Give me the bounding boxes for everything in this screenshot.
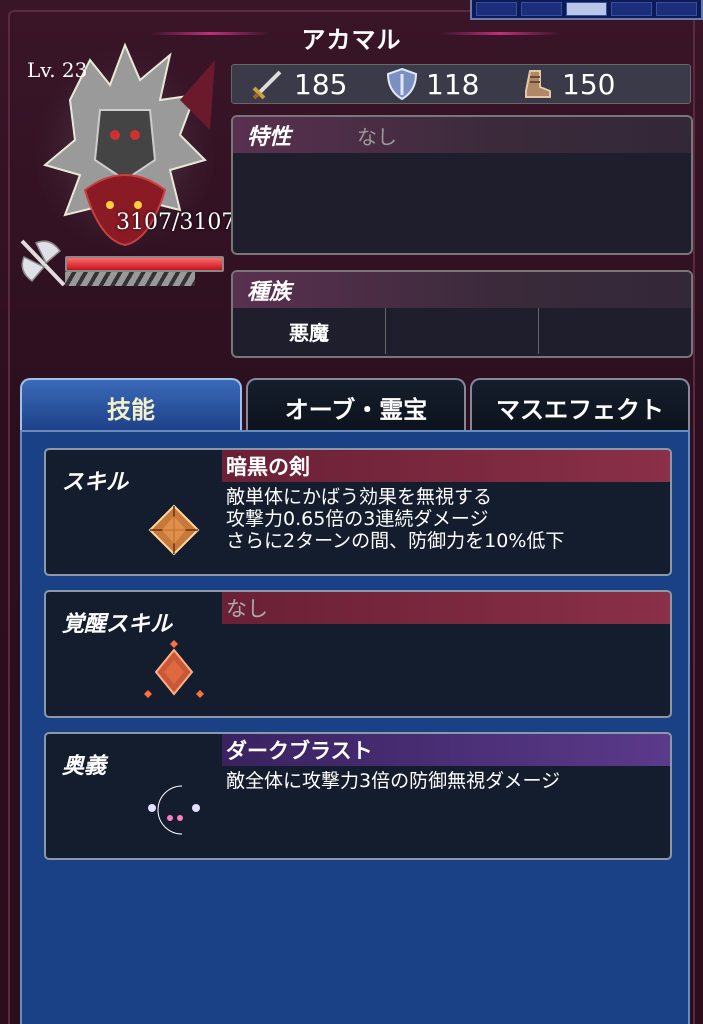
hp-value: 3107/3107	[116, 210, 236, 235]
attack-stat: 185	[250, 66, 386, 102]
rainbow-moon-icon	[148, 785, 200, 835]
ultimate-description: 敵全体に攻撃力3倍の防御無視ダメージ	[226, 770, 560, 792]
boot-icon	[525, 70, 551, 98]
dark-crystal-icon	[148, 504, 200, 556]
top-status-bar	[470, 0, 703, 20]
speed-stat: 150	[520, 67, 615, 101]
trait-header: 特性 なし	[233, 117, 691, 153]
trait-value: なし	[357, 124, 397, 149]
tab-orb-relic[interactable]: オーブ・霊宝	[246, 378, 466, 434]
skill-card[interactable]: スキル 暗黒の剣 敵単体にかばう効果を無視する 攻撃力0.65倍の3連続ダメージ…	[44, 448, 672, 576]
skills-content: スキル 暗黒の剣 敵単体にかばう効果を無視する 攻撃力0.65倍の3連続ダメージ…	[20, 430, 690, 1024]
axe-class-icon	[20, 239, 66, 287]
defense-value: 118	[426, 67, 480, 101]
race-cells: 悪魔	[233, 308, 691, 354]
awakened-skill-name: なし	[222, 592, 670, 624]
awakened-skill-card[interactable]: 覚醒スキル なし	[44, 590, 672, 718]
race-cell	[539, 308, 691, 354]
skill-description-line: 敵単体にかばう効果を無視する	[226, 486, 493, 508]
hp-bar	[65, 256, 224, 272]
defense-stat: 118	[386, 67, 520, 101]
ultimate-card[interactable]: 奥義 ダークブラスト 敵全体に攻撃力3倍の防御無視ダメージ	[44, 732, 672, 860]
sword-icon	[252, 70, 282, 100]
skill-description: 敵単体にかばう効果を無視する 攻撃力0.65倍の3連続ダメージ さらに2ターンの…	[226, 486, 564, 552]
race-title: 種族	[247, 280, 292, 305]
gauge-bar	[65, 272, 195, 286]
race-cell: 悪魔	[233, 308, 386, 354]
trait-title: 特性	[247, 125, 292, 150]
skill-name: 暗黒の剣	[222, 450, 670, 482]
race-cell	[386, 308, 539, 354]
race-panel: 種族 悪魔	[231, 270, 693, 358]
tab-mass-effect[interactable]: マスエフェクト	[470, 378, 690, 434]
trait-panel: 特性 なし	[231, 115, 693, 255]
stats-bar: 185 118 150	[231, 64, 691, 104]
awakened-crystal-icon	[144, 640, 204, 698]
character-level: Lv. 23	[27, 58, 88, 82]
ultimate-description-line: 敵全体に攻撃力3倍の防御無視ダメージ	[226, 770, 561, 792]
skill-label: スキル	[62, 470, 129, 495]
skill-description-line: さらに2ターンの間、防御力を10%低下	[226, 530, 565, 552]
tab-bar: 技能 オーブ・霊宝 マスエフェクト	[20, 378, 690, 434]
attack-value: 185	[294, 67, 348, 101]
tab-skills[interactable]: 技能	[20, 378, 242, 434]
speed-value: 150	[562, 67, 616, 101]
ultimate-label: 奥義	[62, 754, 107, 779]
ultimate-name: ダークブラスト	[222, 734, 670, 766]
skill-description-line: 攻撃力0.65倍の3連続ダメージ	[226, 508, 489, 530]
race-header: 種族	[233, 272, 691, 308]
shield-icon	[386, 67, 418, 101]
awakened-skill-label: 覚醒スキル	[62, 612, 173, 637]
